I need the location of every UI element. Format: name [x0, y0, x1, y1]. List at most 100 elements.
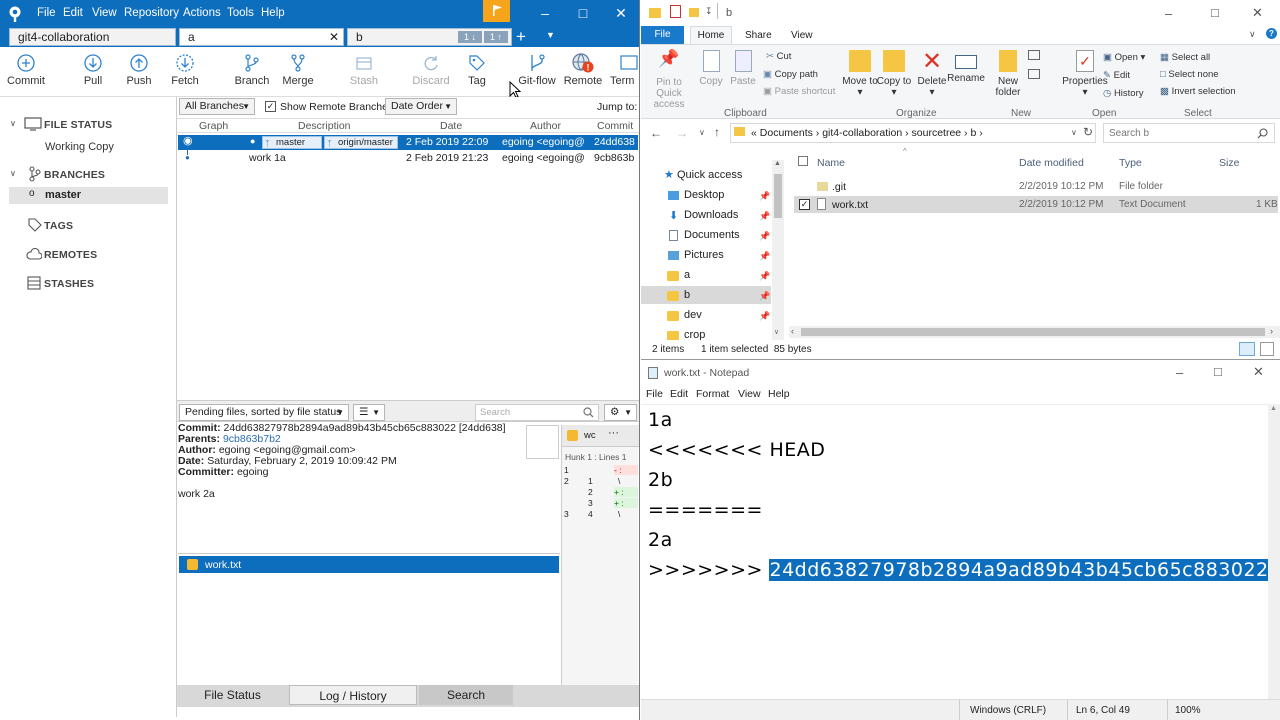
up-icon[interactable]: ↑ [714, 125, 720, 139]
new-item-icon[interactable] [1028, 50, 1040, 60]
settings-select[interactable]: ⚙ ▼ [604, 404, 637, 421]
nav-quick-access[interactable]: Quick access [677, 169, 742, 181]
cut-button[interactable]: ✂ Cut [766, 51, 791, 62]
address-bar[interactable]: « Documents › git4-collaboration › sourc… [730, 123, 1096, 143]
menu-repository[interactable]: Repository [124, 7, 179, 19]
select-all-button[interactable]: ▦ Select all [1160, 52, 1210, 63]
pin-quick-access-button[interactable]: 📌 Pin to Quick access [643, 50, 695, 110]
tab-file-status[interactable]: File Status [177, 685, 288, 705]
close-tab-icon[interactable]: ✕ [329, 29, 339, 45]
show-remote-checkbox[interactable]: ✓ [265, 101, 276, 112]
fetch-button[interactable]: Fetch [157, 49, 213, 87]
date-modified-column-header[interactable]: Date modified [1019, 157, 1084, 169]
tab-git4-collaboration[interactable]: git4-collaboration [9, 28, 176, 46]
author-column-header[interactable]: Author [530, 119, 561, 133]
close-button[interactable]: ✕ [1253, 364, 1264, 380]
menu-format[interactable]: Format [696, 388, 729, 400]
copy-path-button[interactable]: ▣ Copy path [763, 69, 818, 80]
breadcrumb-b[interactable]: b [970, 127, 976, 139]
date-column-header[interactable]: Date [440, 119, 462, 133]
paste-button[interactable]: Paste [727, 50, 759, 87]
scroll-down-icon[interactable]: ∨ [774, 328, 779, 336]
commit-button[interactable]: Commit [0, 49, 54, 87]
nav-scrollbar-thumb[interactable] [774, 174, 782, 218]
minimize-button[interactable]: – [526, 0, 564, 27]
recent-locations-icon[interactable]: ∨ [699, 128, 705, 137]
maximize-button[interactable]: □ [564, 0, 602, 27]
minimize-button[interactable]: – [1176, 365, 1183, 380]
graph-column-header[interactable]: Graph [199, 119, 228, 133]
copy-to-button[interactable]: Copy to ▾ [875, 50, 913, 98]
breadcrumb-sourcetree[interactable]: sourcetree [912, 127, 962, 139]
breadcrumb-git4-collaboration[interactable]: git4-collaboration [822, 127, 902, 139]
file-row[interactable]: .git 2/2/2019 10:12 PM File folder [794, 178, 1278, 195]
nav-downloads[interactable]: Downloads [684, 209, 738, 221]
tab-search[interactable]: Search [419, 685, 513, 705]
nav-folder-crop[interactable]: crop [684, 329, 705, 340]
ribbon-tab-home[interactable]: Home [690, 26, 732, 44]
forward-icon[interactable]: → [676, 126, 688, 140]
vertical-scrollbar[interactable]: ▲ [1268, 404, 1280, 699]
menu-view[interactable]: View [738, 388, 761, 400]
paste-shortcut-button[interactable]: ▣ Paste shortcut [763, 86, 835, 97]
new-folder-button[interactable]: New folder [991, 50, 1025, 98]
more-icon[interactable]: ··· [608, 427, 619, 439]
stash-button[interactable]: Stash [336, 49, 392, 87]
nav-pictures[interactable]: Pictures [684, 249, 724, 261]
scrollbar-thumb[interactable] [801, 328, 1265, 336]
scroll-up-icon[interactable]: ▲ [774, 160, 781, 167]
pending-files-select[interactable]: Pending files, sorted by file status ▼ [179, 404, 349, 421]
menu-edit[interactable]: Edit [63, 7, 83, 19]
properties-quick-icon[interactable] [670, 5, 681, 18]
chevron-down-icon[interactable]: ∨ [1249, 29, 1256, 40]
flag-icon[interactable] [483, 0, 510, 22]
details-view-icon[interactable] [1239, 342, 1255, 356]
commit-column-header[interactable]: Commit [597, 119, 633, 133]
nav-desktop[interactable]: Desktop [684, 189, 724, 201]
menu-help[interactable]: Help [261, 7, 285, 19]
close-button[interactable]: ✕ [1252, 5, 1263, 21]
edit-button[interactable]: ✎ Edit [1103, 70, 1130, 81]
tab-log-history[interactable]: Log / History [289, 685, 417, 705]
nav-documents[interactable]: Documents [684, 229, 740, 241]
branch-master-item[interactable]: o master [9, 187, 168, 204]
copy-button[interactable]: Copy [695, 50, 727, 87]
select-none-button[interactable]: □ Select none [1160, 69, 1219, 80]
tab-b[interactable]: b 1 ↓ 1 ↑ [347, 28, 512, 46]
open-button[interactable]: ▣ Open ▾ [1103, 52, 1145, 63]
nav-folder-b[interactable]: b [684, 289, 690, 301]
view-mode-select[interactable]: ☰ ▼ [353, 404, 385, 421]
rename-button[interactable]: Rename [947, 50, 985, 84]
invert-selection-button[interactable]: ▩ Invert selection [1160, 86, 1236, 97]
large-icons-view-icon[interactable] [1260, 342, 1274, 356]
terminal-button[interactable]: Term [601, 49, 639, 87]
menu-view[interactable]: View [92, 7, 117, 19]
menu-file[interactable]: File [37, 7, 56, 19]
select-all-checkbox[interactable] [798, 156, 808, 166]
add-tab-icon[interactable]: + [516, 27, 526, 46]
merge-button[interactable]: Merge [270, 49, 326, 87]
row-checkbox[interactable]: ✓ [799, 199, 810, 210]
working-copy-item[interactable]: Working Copy [45, 141, 114, 153]
text-editor[interactable]: 1a <<<<<<< HEAD 2b ======= 2a >>>>>>> 24… [641, 404, 1269, 699]
maximize-button[interactable]: □ [1214, 364, 1222, 379]
menu-help[interactable]: Help [768, 388, 790, 400]
chevron-down-icon[interactable]: ∨ [10, 169, 16, 178]
quick-access-dropdown-icon[interactable]: ↧ [705, 6, 713, 17]
all-branches-select[interactable]: All Branches ▼ [179, 98, 255, 115]
easy-access-icon[interactable] [1028, 69, 1040, 79]
scroll-right-icon[interactable]: › [1270, 326, 1273, 336]
size-column-header[interactable]: Size [1219, 157, 1239, 169]
help-icon[interactable]: ? [1266, 28, 1277, 39]
menu-file[interactable]: File [646, 388, 663, 400]
breadcrumb-documents[interactable]: Documents [760, 127, 813, 139]
chevron-down-icon[interactable]: ∨ [1071, 128, 1077, 137]
menu-actions[interactable]: Actions [183, 7, 221, 19]
tab-a[interactable]: a ✕ [179, 28, 344, 46]
nav-folder-a[interactable]: a [684, 269, 690, 281]
history-button[interactable]: ◷ History [1103, 88, 1144, 99]
description-column-header[interactable]: Description [298, 119, 351, 133]
scroll-up-icon[interactable]: ▲ [1270, 405, 1277, 412]
maximize-button[interactable]: □ [1211, 5, 1219, 20]
menu-tools[interactable]: Tools [227, 7, 254, 19]
